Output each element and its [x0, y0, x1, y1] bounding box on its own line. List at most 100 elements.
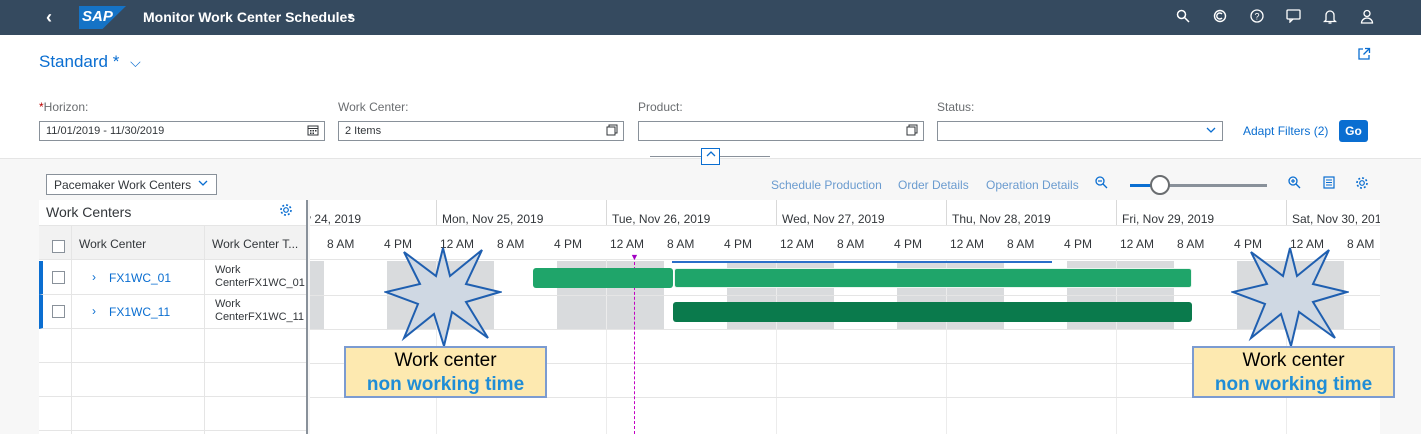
- table-settings-gear-icon[interactable]: [279, 203, 293, 220]
- bell-icon[interactable]: [1322, 9, 1338, 27]
- select-all-checkbox[interactable]: [52, 240, 65, 253]
- chevron-up-icon: [706, 151, 715, 157]
- hour-label: 12 AM: [610, 237, 645, 251]
- column-header-work-center-type[interactable]: Work Center T...: [212, 237, 298, 251]
- hour-label: 12 AM: [780, 237, 815, 251]
- status-select[interactable]: [937, 121, 1223, 141]
- annotation-callout: Work center non working time: [1192, 346, 1395, 398]
- filter-header: Standard * ⌵ *Horizon: 11/01/2019 - 11/3…: [0, 35, 1421, 165]
- zoom-slider-handle[interactable]: [1150, 175, 1170, 195]
- expand-chevron-icon[interactable]: ›: [92, 270, 96, 284]
- help-icon[interactable]: ?: [1250, 9, 1264, 26]
- variant-label: Standard *: [39, 52, 120, 71]
- search-icon[interactable]: [1176, 9, 1190, 26]
- view-select[interactable]: Pacemaker Work Centers: [46, 174, 217, 195]
- expand-chevron-icon[interactable]: ›: [92, 304, 96, 318]
- calendar-icon[interactable]: [307, 124, 319, 139]
- go-button[interactable]: Go: [1339, 120, 1368, 142]
- product-label: Product:: [638, 100, 683, 114]
- status-label: Status:: [937, 100, 975, 114]
- work-center-type-cell: Work CenterFX1WC_11: [215, 298, 305, 323]
- day-header: Tue, Nov 26, 2019: [606, 200, 776, 226]
- collapse-header-button[interactable]: [701, 148, 720, 165]
- gantt-chart[interactable]: v 24, 2019 Mon, Nov 25, 2019 Tue, Nov 26…: [310, 200, 1380, 434]
- zoom-in-icon[interactable]: [1288, 176, 1301, 192]
- hour-label: 4 PM: [554, 237, 583, 251]
- operation-bar[interactable]: [533, 268, 673, 288]
- workcenter-input[interactable]: 2 Items: [338, 121, 624, 141]
- current-time-marker-icon: ▼: [630, 252, 639, 262]
- zoom-out-icon[interactable]: [1095, 176, 1108, 192]
- empty-row: [39, 363, 306, 397]
- workcenter-value: 2 Items: [345, 125, 382, 137]
- user-icon[interactable]: [1360, 9, 1374, 27]
- copilot-icon[interactable]: [1213, 9, 1227, 26]
- horizon-label: *Horizon:: [39, 100, 89, 114]
- callout-line2: non working time: [1214, 374, 1373, 395]
- hour-label: 8 AM: [837, 237, 865, 251]
- column-header-work-center[interactable]: Work Center: [79, 237, 146, 251]
- svg-text:?: ?: [1254, 12, 1259, 22]
- workcenter-label: Work Center:: [338, 100, 409, 114]
- table-header: Work Center Work Center T...: [39, 225, 306, 260]
- schedule-production-button[interactable]: Schedule Production: [771, 178, 882, 192]
- horizon-date-range-input[interactable]: 11/01/2019 - 11/30/2019: [39, 121, 325, 141]
- hour-label: 4 PM: [724, 237, 753, 251]
- work-center-type-cell: Work CenterFX1WC_01: [215, 264, 305, 289]
- hour-label: 12 AM: [1120, 237, 1155, 251]
- day-header: Fri, Nov 29, 2019: [1116, 200, 1286, 226]
- operation-bar[interactable]: [673, 302, 1192, 322]
- starburst-highlight: [1231, 247, 1349, 350]
- hour-label: 8 AM: [1347, 237, 1375, 251]
- hour-label: 8 AM: [1007, 237, 1035, 251]
- table-row[interactable]: › FX1WC_01 Work CenterFX1WC_01: [39, 261, 306, 295]
- operation-bar[interactable]: [674, 268, 1192, 288]
- chevron-down-icon: [197, 177, 209, 192]
- order-details-button[interactable]: Order Details: [898, 178, 969, 192]
- callout-line2: non working time: [366, 374, 525, 395]
- gantt-toolbar: Pacemaker Work Centers Schedule Producti…: [0, 170, 1421, 200]
- hour-label: 8 AM: [1177, 237, 1205, 251]
- work-center-link[interactable]: FX1WC_01: [109, 271, 171, 285]
- chevron-down-icon: ⌵: [130, 54, 141, 70]
- value-help-icon[interactable]: [906, 124, 918, 139]
- callout-line1: Work center: [394, 350, 497, 371]
- utilization-line: [672, 261, 1052, 263]
- empty-row: [39, 329, 306, 363]
- app-title[interactable]: Monitor Work Center Schedules: [143, 9, 355, 25]
- annotation-callout: Work center non working time: [344, 346, 547, 398]
- view-select-value: Pacemaker Work Centers: [54, 178, 192, 192]
- day-header: Wed, Nov 27, 2019: [776, 200, 946, 226]
- app-title-chevron-icon[interactable]: ▾: [348, 11, 353, 22]
- day-header: v 24, 2019: [310, 212, 362, 226]
- day-header: Thu, Nov 28, 2019: [946, 200, 1116, 226]
- share-icon[interactable]: [1357, 47, 1371, 64]
- hour-label: 8 AM: [327, 237, 355, 251]
- starburst-highlight: [384, 247, 502, 350]
- chevron-down-icon[interactable]: [1205, 124, 1217, 139]
- work-center-link[interactable]: FX1WC_11: [109, 305, 170, 319]
- adapt-filters-button[interactable]: Adapt Filters (2): [1243, 124, 1328, 138]
- zoom-slider[interactable]: [1130, 175, 1267, 195]
- variant-selector[interactable]: Standard * ⌵: [39, 52, 141, 72]
- row-checkbox[interactable]: [52, 305, 65, 318]
- operation-details-button[interactable]: Operation Details: [986, 178, 1079, 192]
- callout-line1: Work center: [1242, 350, 1345, 371]
- product-input[interactable]: [638, 121, 924, 141]
- empty-row: [39, 397, 306, 431]
- hour-label: 8 AM: [667, 237, 695, 251]
- legend-icon[interactable]: [1323, 176, 1335, 192]
- back-icon[interactable]: ‹: [46, 7, 52, 28]
- sap-logo[interactable]: SAP: [79, 6, 126, 29]
- settings-gear-icon[interactable]: [1355, 176, 1369, 193]
- table-row[interactable]: › FX1WC_11 Work CenterFX1WC_11: [39, 295, 306, 329]
- horizon-value: 11/01/2019 - 11/30/2019: [46, 125, 165, 137]
- row-checkbox[interactable]: [52, 271, 65, 284]
- feedback-icon[interactable]: [1286, 9, 1302, 26]
- value-help-icon[interactable]: [606, 124, 618, 139]
- shell-bar: ‹ SAP Monitor Work Center Schedules ▾ ?: [0, 0, 1421, 35]
- hour-label: 4 PM: [1064, 237, 1093, 251]
- tree-title: Work Centers: [46, 204, 132, 220]
- day-header: Mon, Nov 25, 2019: [436, 200, 606, 226]
- hour-label: 4 PM: [894, 237, 923, 251]
